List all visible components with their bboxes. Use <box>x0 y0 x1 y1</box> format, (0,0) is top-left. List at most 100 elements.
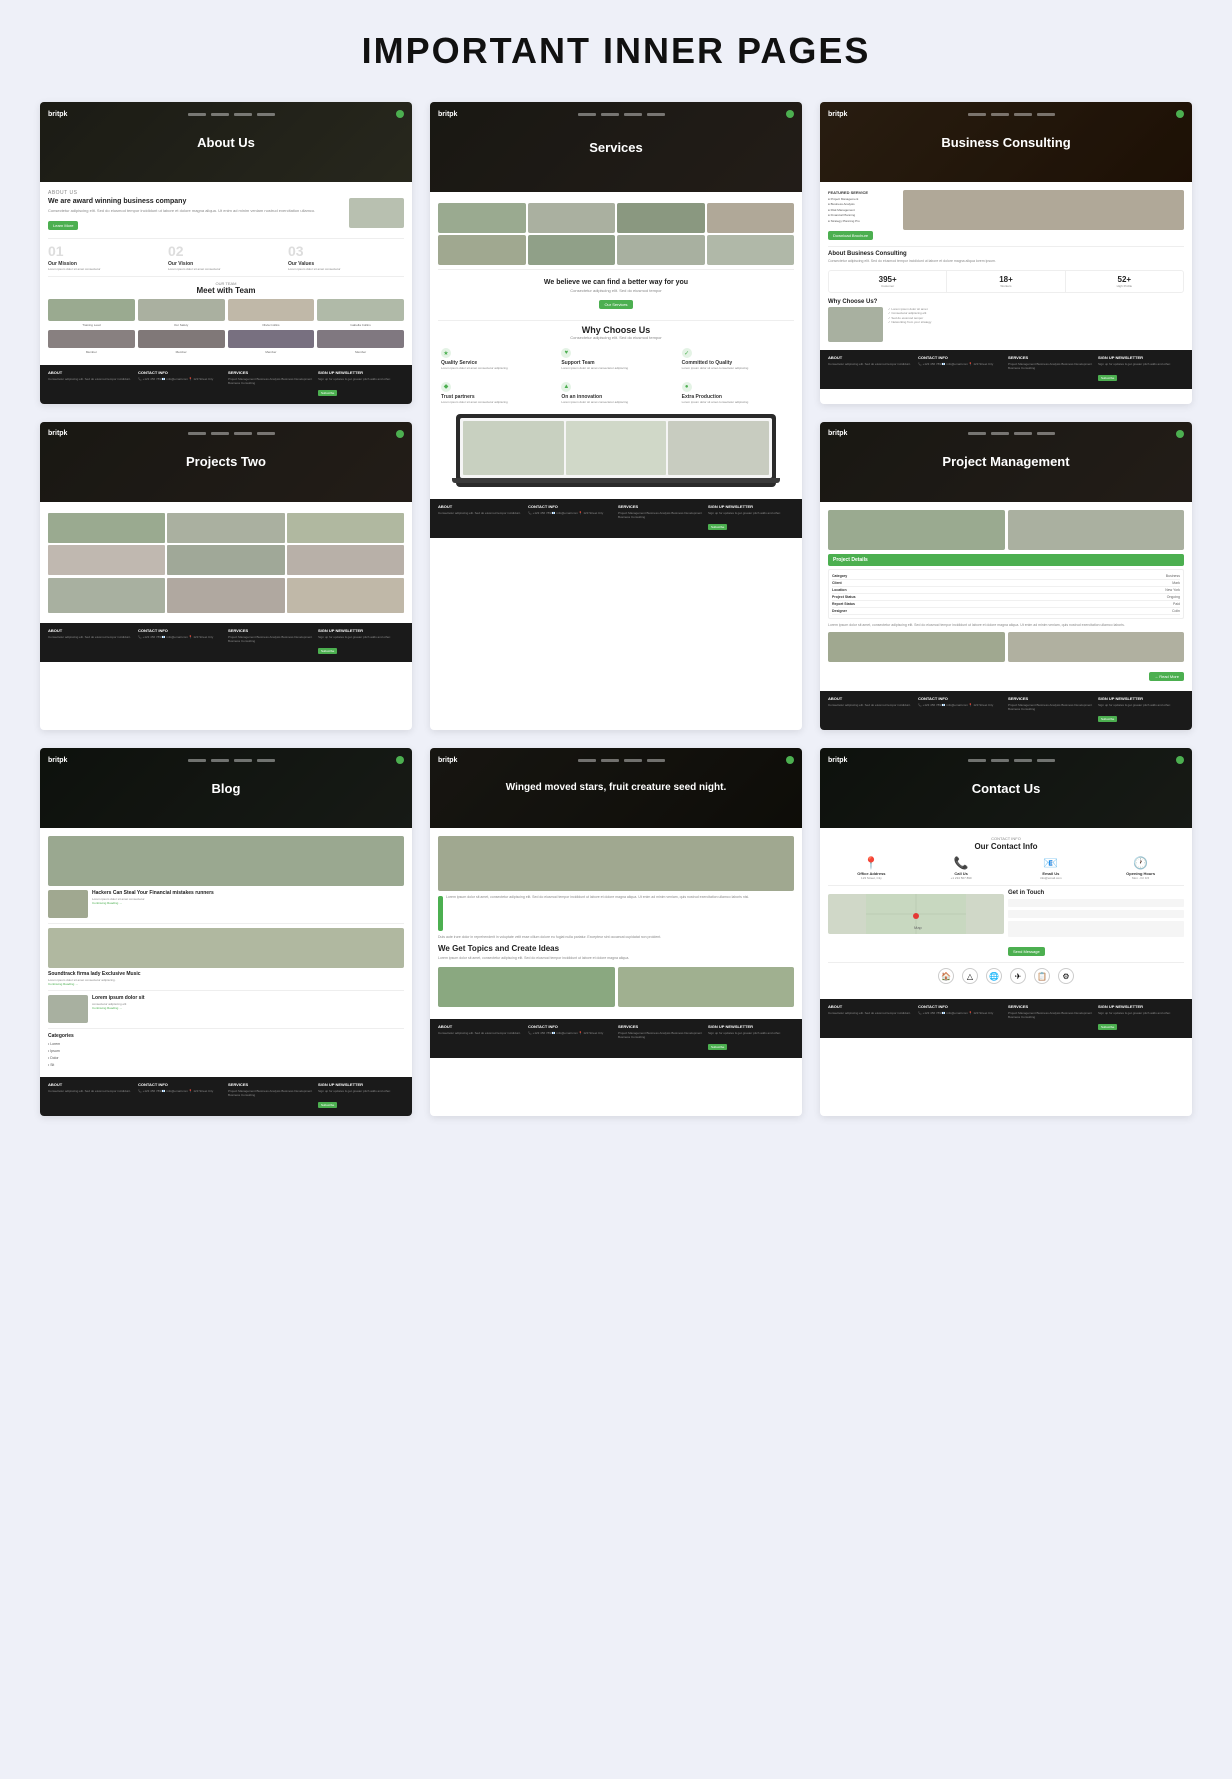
services-img-grid <box>438 203 794 265</box>
business-btn[interactable]: Download Brochure <box>828 231 873 240</box>
footer-contact-title: CONTACT INFO <box>918 696 1004 701</box>
feature-title: Trust partners <box>441 394 550 400</box>
address-icon: 📍 <box>828 856 915 870</box>
project-management-card[interactable]: britpk Project Management Project Detail… <box>820 422 1192 730</box>
footer-about-title: ABOUT <box>438 1024 524 1029</box>
email-value: info@email.com <box>1008 876 1095 880</box>
footer-about-title: ABOUT <box>828 1004 914 1009</box>
footer-contact-text: 📞 +123 456 789 📧 info@email.com 📍 123 St… <box>138 1089 224 1093</box>
footer-services-text: Project Management Business Analysis Bus… <box>228 1089 314 1097</box>
pm-detail: Designer Colin <box>832 608 1180 615</box>
pm-hero: britpk Project Management <box>820 422 1192 502</box>
projects-two-card[interactable]: britpk Projects Two <box>40 422 412 730</box>
message-field[interactable] <box>1008 921 1184 937</box>
contact-email: 📧 Email Us info@email.com <box>1008 856 1095 880</box>
footer-contact-text: 📞 +123 456 789 📧 info@email.com 📍 123 St… <box>528 511 614 515</box>
team-member: Member <box>138 330 225 354</box>
footer-about-text: Consectetur adipiscing elit. Sed do eius… <box>828 1011 914 1015</box>
footer-contact-title: CONTACT INFO <box>138 628 224 633</box>
about-section-label: ABOUT US <box>48 190 404 196</box>
values-text: Lorem ipsum dolor sit amet consectetur <box>288 267 404 271</box>
footer-subscribe-btn[interactable]: Subscribe <box>1098 716 1117 722</box>
footer-newsletter-text: Sign up for updates & get greater pitch … <box>318 377 404 381</box>
footer-newsletter-title: SIGN UP NEWSLETTER <box>318 370 404 375</box>
why-sub: Consectetur adipiscing elit. Sed do eius… <box>438 288 794 293</box>
feature-text: Lorem ipsum dolor sit amet consectetur a… <box>561 401 670 405</box>
services-card[interactable]: britpk Services W <box>430 102 802 730</box>
business-logo: britpk <box>828 111 847 118</box>
blog-post: Hackers Can Steal Your Financial mistake… <box>48 890 404 918</box>
pm-body-text: Lorem ipsum dolor sit amet, consectetur … <box>828 623 1184 628</box>
hours-value: Mon - Fri 9-5 <box>1097 876 1184 880</box>
footer-subscribe-btn[interactable]: Subscribe <box>318 648 337 654</box>
projects-two-title: Projects Two <box>186 454 266 469</box>
footer-about-text: Consectetur adipiscing elit. Sed do eius… <box>438 511 524 515</box>
home-icon: 🏠 <box>938 968 954 984</box>
footer-subscribe-btn[interactable]: Subscribe <box>708 1044 727 1050</box>
stat-label: High Profile <box>1070 284 1179 288</box>
featured-label: FEATURED SERVICE <box>828 190 898 195</box>
feature-text: Lorem ipsum dolor sit amet consectetur a… <box>682 401 791 405</box>
stat-profile: 52+ High Profile <box>1066 271 1183 292</box>
vision-item: 02 Our Vision Lorem ipsum dolor sit amet… <box>168 243 284 271</box>
winged-logo: britpk <box>438 757 457 764</box>
hours-icon: 🕐 <box>1097 856 1184 870</box>
winged-card[interactable]: britpk Winged moved stars, fruit creatur… <box>430 748 802 1116</box>
footer-services-title: SERVICES <box>1008 696 1094 701</box>
footer-newsletter-title: SIGN UP NEWSLETTER <box>1098 1004 1184 1009</box>
footer-subscribe-btn[interactable]: Subscribe <box>318 390 337 396</box>
footer-about-text: Consectetur adipiscing elit. Sed do eius… <box>438 1031 524 1035</box>
services-btn[interactable]: Our Services <box>599 300 632 309</box>
pm-detail: Report Status Paid <box>832 601 1180 608</box>
contact-title: Contact Us <box>972 781 1041 796</box>
blog-post-title: Lorem ipsum dolor sit <box>92 995 145 1001</box>
winged-main-image <box>438 836 794 891</box>
footer-newsletter-text: Sign up for updates & get greater pitch … <box>708 1031 794 1035</box>
contact-icon-gear: ⚙ <box>1058 968 1074 986</box>
footer-subscribe-btn[interactable]: Subscribe <box>318 1102 337 1108</box>
why-heading: We believe we can find a better way for … <box>438 279 794 286</box>
triangle-icon: △ <box>962 968 978 984</box>
email-field[interactable] <box>1008 910 1184 918</box>
team-member: Member <box>317 330 404 354</box>
footer-about-text: Consectetur adipiscing elit. Sed do eius… <box>828 703 914 707</box>
feature-item: ★ Quality Service Lorem ipsum dolor sit … <box>438 345 553 374</box>
send-message-btn[interactable]: Send Message <box>1008 947 1045 956</box>
blog-card[interactable]: britpk Blog Hackers Can Steal Your Finan… <box>40 748 412 1116</box>
footer-newsletter-title: SIGN UP NEWSLETTER <box>1098 355 1184 360</box>
contact-us-card[interactable]: britpk Contact Us CONTACT INFO Our Conta… <box>820 748 1192 1116</box>
globe-icon: 🌐 <box>986 968 1002 984</box>
feature-text: Lorem ipsum dolor sit amet consectetur a… <box>561 367 670 371</box>
business-consulting-card[interactable]: britpk Business Consulting FEATURED SERV… <box>820 102 1192 404</box>
business-body: Consectetur adipiscing elit. Sed do eius… <box>828 259 1184 264</box>
footer-about-text: Consectetur adipiscing elit. Sed do eius… <box>828 362 914 366</box>
footer-subscribe-btn[interactable]: Subscribe <box>1098 375 1117 381</box>
blog-read-more[interactable]: Continuing Reading → <box>92 1006 145 1010</box>
pm-read-more-btn[interactable]: → Read More <box>1149 672 1184 681</box>
team-member: Training Lead <box>48 299 135 327</box>
projects-grid-2 <box>48 578 404 613</box>
blog-title: Blog <box>212 781 241 796</box>
feature-icon: ● <box>682 382 692 392</box>
topics-image-1 <box>438 967 615 1007</box>
blog-read-more[interactable]: Continuing Reading → <box>92 901 214 905</box>
footer-newsletter-text: Sign up for updates & get greater pitch … <box>318 635 404 639</box>
about-us-card[interactable]: britpk About Us ABOUT US We are award wi… <box>40 102 412 404</box>
winged-body: Lorem ipsum dolor sit amet, consectetur … <box>446 895 749 900</box>
stat-workers: 18+ Workers <box>947 271 1065 292</box>
name-field[interactable] <box>1008 899 1184 907</box>
our-contact-info-label: Our Contact Info <box>828 842 1184 851</box>
gear-icon: ⚙ <box>1058 968 1074 984</box>
footer-services-title: SERVICES <box>1008 355 1094 360</box>
footer-about-text: Consectetur adipiscing elit. Sed do eius… <box>48 635 134 639</box>
about-btn[interactable]: Learn More <box>48 221 78 230</box>
why-choose-heading: Why Choose Us <box>438 325 794 335</box>
footer-services-text: Project Management Business Analysis Bus… <box>1008 703 1094 711</box>
blog-post-title-2: Soundtrack firma lady Exclusive Music <box>48 971 404 977</box>
blog-read-more-2[interactable]: Continuing Reading → <box>48 982 404 986</box>
footer-subscribe-btn[interactable]: Subscribe <box>708 524 727 530</box>
feature-item: ▲ On an innovation Lorem ipsum dolor sit… <box>558 379 673 408</box>
footer-subscribe-btn[interactable]: Subscribe <box>1098 1024 1117 1030</box>
blog-thumb <box>48 995 88 1023</box>
stat-number: 18+ <box>951 275 1060 284</box>
